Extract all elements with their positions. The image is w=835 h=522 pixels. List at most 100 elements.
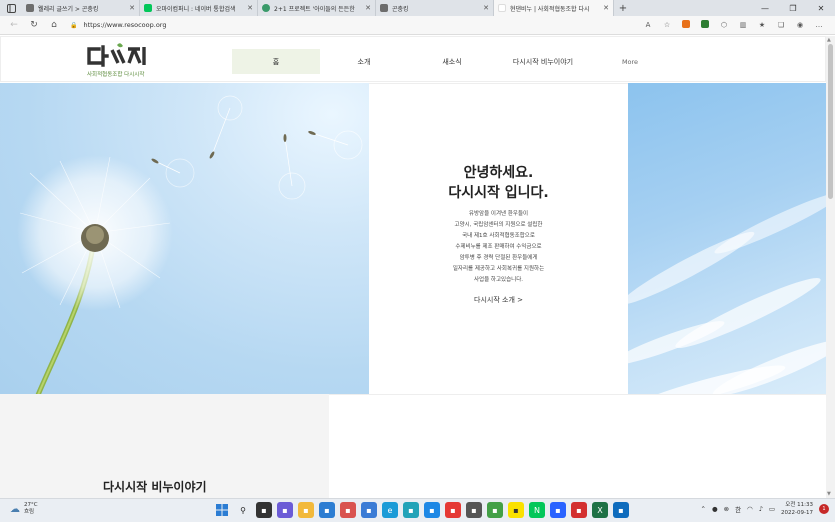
scroll-down-icon[interactable]: ▼	[827, 491, 831, 497]
tab-title: 현댄비누 | 사회적협동조합 다시	[510, 5, 590, 13]
more-options-icon[interactable]: …	[813, 21, 825, 29]
window-controls: — ❐ ✕	[751, 0, 835, 16]
extensions-icon[interactable]: ⬡	[718, 21, 730, 29]
kakaotalk-icon[interactable]: ▪	[508, 502, 524, 518]
page-scrollbar[interactable]: ▲ ▼	[826, 36, 835, 498]
url-field[interactable]: 🔒 https://www.resocoop.org	[70, 18, 590, 32]
app-icon[interactable]: ▪	[340, 502, 356, 518]
calculator-icon[interactable]: ▪	[466, 502, 482, 518]
app-icon[interactable]: ▪	[487, 502, 503, 518]
cloud-icon: ☁	[10, 503, 20, 515]
url-text: https://www.resocoop.org	[83, 21, 167, 29]
hero-description-line: 수제비누를 제조 판매하여 수익금으로	[455, 244, 542, 250]
app-icon[interactable]: ▪	[613, 502, 629, 518]
clock-time: 오전 11:33	[785, 502, 813, 508]
hero-description-line: 암투병 후 경력 단절된 환우들에게	[459, 255, 538, 261]
browser-tab-bar: 웰레리 글쓰기 > 곤충킹 ✕ 오마이컴퍼니 : 네이버 통합검색 ✕ 2+1 …	[0, 0, 835, 16]
clock-date: 2022-09-17	[781, 510, 813, 516]
tab-title: 2+1 프로젝트 '아이들의 든든한	[274, 5, 355, 13]
pdf-icon[interactable]: ▪	[571, 502, 587, 518]
scrollbar-thumb[interactable]	[828, 44, 833, 199]
menu-item-about[interactable]: 소개	[320, 49, 408, 74]
start-icon[interactable]	[214, 502, 230, 518]
hero-description-line: 고양시, 국립암센터의 지원으로 설립한	[454, 222, 543, 228]
sky-image	[628, 83, 826, 395]
lock-icon[interactable]: 🔒	[70, 22, 77, 29]
refresh-icon[interactable]: ↻	[24, 20, 44, 30]
tab-title: 웰레리 글쓰기 > 곤충킹	[38, 5, 99, 13]
weather-widget[interactable]: ☁ 27°C 흐림	[10, 502, 38, 516]
close-tab-icon[interactable]: ✕	[365, 4, 371, 12]
app-icon[interactable]: ▪	[445, 502, 461, 518]
favorites-icon[interactable]: ★	[756, 21, 768, 29]
browser-tab[interactable]: 웰레리 글쓰기 > 곤충킹 ✕	[22, 0, 140, 16]
browser-tab[interactable]: 곤충킹 ✕	[376, 0, 494, 16]
edge-icon[interactable]: e	[382, 502, 398, 518]
menu-item-more[interactable]: More	[590, 49, 670, 74]
hero-description-line: 국내 제1호 사회적협동조합으로	[462, 233, 535, 239]
collections-icon[interactable]: ❏	[775, 21, 787, 29]
clock[interactable]: 오전 11:33 2022-09-17	[781, 501, 813, 517]
hero-description-line: 유방암을 이겨낸 환우들이	[468, 211, 529, 217]
photos-icon[interactable]: ▪	[361, 502, 377, 518]
close-tab-icon[interactable]: ✕	[603, 4, 609, 12]
battery-icon[interactable]: ▭	[769, 505, 775, 513]
excel-icon[interactable]: X	[592, 502, 608, 518]
app-tray-icon[interactable]: ⊗	[724, 505, 729, 513]
address-toolbar: ← ↻ ⌂ 🔒 https://www.resocoop.org A ☆ ⬡ ▥…	[0, 16, 835, 35]
main-menu: 홈 소개 새소식 다시시작 비누이야기 More	[232, 49, 670, 74]
story-image-area	[329, 394, 826, 498]
naver-icon[interactable]: N	[529, 502, 545, 518]
app-icon[interactable]: ▪	[550, 502, 566, 518]
chat-icon[interactable]: ▪	[277, 502, 293, 518]
extension-icon[interactable]	[699, 20, 711, 30]
wifi-icon[interactable]: ◠	[747, 505, 753, 513]
weather-temperature: 27°C	[24, 502, 38, 508]
about-link[interactable]: 다시시작 소개 >	[369, 295, 628, 305]
close-tab-icon[interactable]: ✕	[483, 4, 489, 12]
profile-icon[interactable]: ◉	[794, 21, 806, 29]
file-explorer-icon[interactable]: ▪	[298, 502, 314, 518]
close-tab-icon[interactable]: ✕	[247, 4, 253, 12]
browser-tab-active[interactable]: 현댄비누 | 사회적협동조합 다시 ✕	[494, 0, 614, 16]
menu-item-news[interactable]: 새소식	[408, 49, 496, 74]
menu-item-home[interactable]: 홈	[232, 49, 320, 74]
search-icon[interactable]: ⚲	[235, 502, 251, 518]
browser-tab[interactable]: 오마이컴퍼니 : 네이버 통합검색 ✕	[140, 0, 258, 16]
dandelion-image	[0, 83, 369, 395]
hero-description-line: 일자리를 제공하고 사회복귀를 지원하는	[452, 266, 545, 272]
hero-description-line: 사업을 하고있습니다.	[473, 277, 524, 283]
hero-title-line-2: 다시시작 입니다.	[448, 185, 549, 201]
notification-badge[interactable]: 1	[819, 504, 829, 514]
close-tab-icon[interactable]: ✕	[129, 4, 135, 12]
back-icon[interactable]: ←	[4, 20, 24, 30]
story-section-title: 다시시작 비누이야기	[103, 480, 207, 494]
input-language-indicator[interactable]: 한	[735, 504, 741, 514]
favicon-icon	[380, 4, 388, 12]
extension-icon[interactable]	[680, 20, 692, 30]
app-icon[interactable]: ▪	[424, 502, 440, 518]
hero-section: 안녕하세요. 다시시작 입니다. 유방암을 이겨낸 환우들이 고양시, 국립암센…	[0, 83, 826, 395]
scroll-up-icon[interactable]: ▲	[827, 37, 831, 43]
add-favorite-icon[interactable]: ☆	[661, 21, 673, 29]
tab-actions-icon[interactable]	[0, 0, 22, 16]
minimize-icon[interactable]: —	[751, 0, 779, 16]
volume-icon[interactable]: ♪	[759, 505, 763, 513]
weather-description: 흐림	[24, 509, 35, 515]
store-icon[interactable]: ▪	[319, 502, 335, 518]
read-aloud-icon[interactable]: A	[642, 21, 654, 29]
menu-item-soap-story[interactable]: 다시시작 비누이야기	[496, 49, 590, 74]
browser-tab[interactable]: 2+1 프로젝트 '아이들의 든든한 ✕	[258, 0, 376, 16]
task-view-icon[interactable]: ▪	[256, 502, 272, 518]
app-tray-icon[interactable]: ●	[712, 505, 718, 513]
new-tab-button[interactable]: +	[614, 0, 632, 16]
taskbar-apps: ⚲ ▪ ▪ ▪ ▪ ▪ ▪ e ▪ ▪ ▪ ▪ ▪ ▪ N ▪ ▪ X ▪	[214, 502, 629, 518]
story-panel: 다시시작 비누이야기	[0, 394, 329, 498]
split-screen-icon[interactable]: ▥	[737, 21, 749, 29]
close-window-icon[interactable]: ✕	[807, 0, 835, 16]
app-icon[interactable]: ▪	[403, 502, 419, 518]
chevron-up-icon[interactable]: ⌃	[700, 505, 705, 513]
restore-icon[interactable]: ❐	[779, 0, 807, 16]
naver-favicon-icon	[144, 4, 152, 12]
home-icon[interactable]: ⌂	[44, 20, 64, 30]
